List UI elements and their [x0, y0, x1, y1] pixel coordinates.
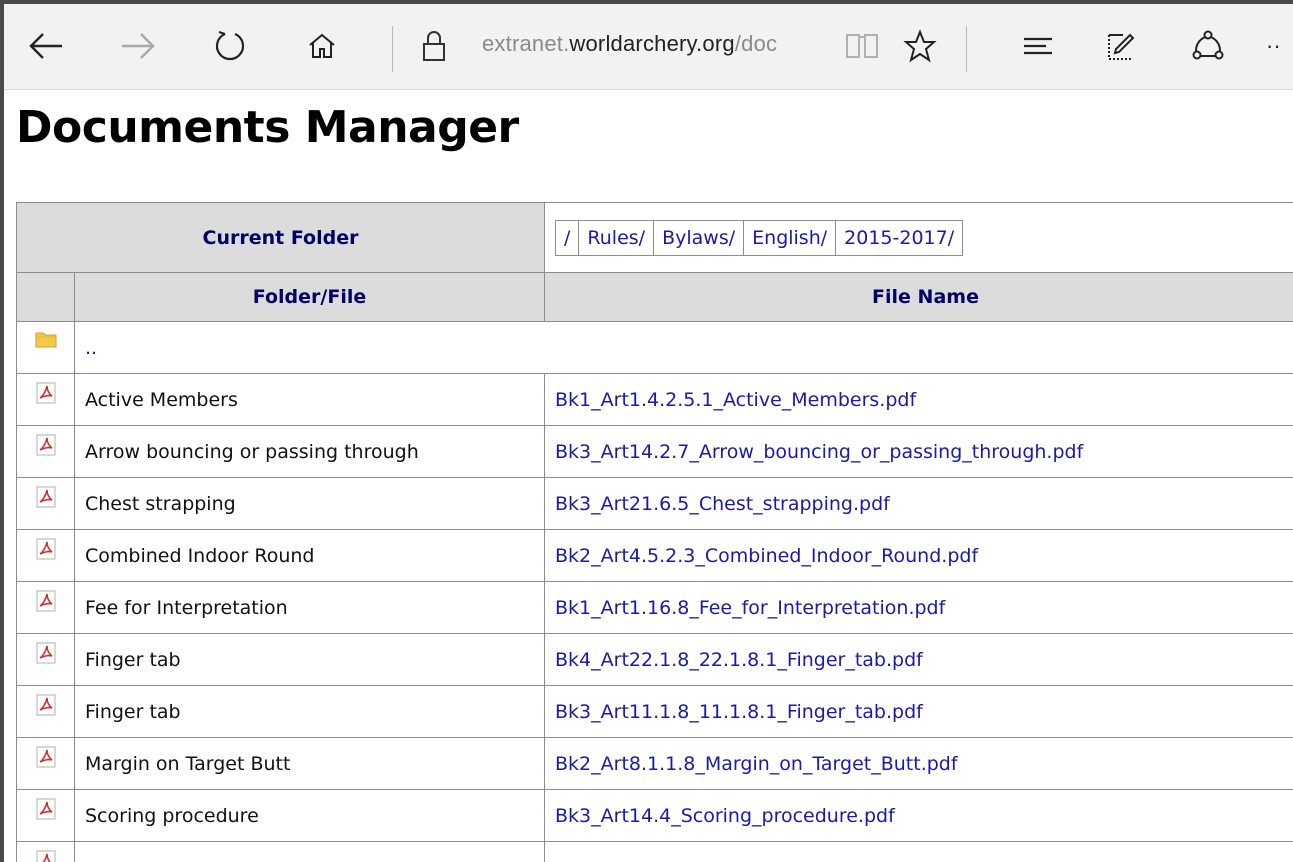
page-title: Documents Manager [16, 102, 519, 153]
file-link[interactable]: Bk2_Art4.5.2.3_Combined_Indoor_Round.pdf [544, 529, 1293, 582]
reading-view-icon[interactable] [840, 24, 884, 68]
address-suffix: /doc [734, 31, 778, 56]
breadcrumb-bylaws[interactable]: Bylaws/ [654, 220, 745, 255]
table-row[interactable] [16, 841, 1293, 862]
column-header-row: Folder/File File Name [16, 272, 1293, 322]
pdf-icon-cell [16, 581, 75, 634]
pdf-icon [36, 798, 56, 825]
file-link[interactable]: Bk4_Art22.1.8_22.1.8.1_Finger_tab.pdf [544, 633, 1293, 686]
pdf-icon [36, 434, 56, 461]
document-name: Finger tab [73, 685, 546, 738]
refresh-icon[interactable] [208, 24, 252, 68]
file-link[interactable]: Bk3_Art14.4_Scoring_procedure.pdf [544, 789, 1293, 842]
file-link[interactable]: Bk3_Art21.6.5_Chest_strapping.pdf [544, 477, 1293, 530]
documents-table: Current Folder / Rules/ Bylaws/ English/… [15, 202, 1293, 862]
browser-toolbar: extranet.worldarchery.org/doc ·· [4, 4, 1293, 90]
more-icon[interactable]: ·· [1266, 24, 1293, 68]
folder-icon [35, 331, 57, 353]
pdf-icon-cell [16, 789, 75, 842]
document-name: Combined Indoor Round [73, 529, 546, 582]
folder-file-header: Folder/File [73, 272, 546, 322]
share-icon[interactable] [1186, 24, 1230, 68]
breadcrumb-english[interactable]: English/ [744, 220, 837, 255]
address-domain: worldarchery.org [569, 31, 735, 56]
document-name: Finger tab [73, 633, 546, 686]
table-row[interactable]: Finger tab Bk3_Art11.1.8_11.1.8.1_Finger_… [16, 685, 1293, 738]
hub-icon[interactable] [1016, 24, 1060, 68]
pdf-icon [36, 590, 56, 617]
folder-icon-cell [16, 321, 75, 374]
page-content: Documents Manager Current Folder / Rules… [4, 90, 1293, 862]
toolbar-separator [966, 26, 967, 72]
current-folder-row: Current Folder / Rules/ Bylaws/ English/… [15, 202, 1293, 273]
file-link[interactable]: Bk1_Art1.4.2.5.1_Active_Members.pdf [544, 373, 1293, 426]
forward-arrow-icon[interactable] [116, 24, 160, 68]
file-link[interactable]: Bk3_Art14.2.7_Arrow_bouncing_or_passing_… [544, 425, 1293, 478]
table-row[interactable]: Margin on Target Butt Bk2_Art8.1.1.8_Marg… [16, 737, 1293, 790]
document-name: Arrow bouncing or passing through [73, 425, 546, 478]
parent-folder-row[interactable]: .. [16, 321, 1293, 374]
table-row[interactable]: Active Members Bk1_Art1.4.2.5.1_Active_Me… [16, 373, 1293, 426]
pdf-icon [36, 694, 56, 721]
document-name: Scoring procedure [73, 789, 546, 842]
pdf-icon-cell [16, 737, 75, 790]
table-row[interactable]: Fee for Interpretation Bk1_Art1.16.8_Fee_… [16, 581, 1293, 634]
pdf-icon [36, 746, 56, 773]
file-name-header: File Name [544, 272, 1293, 322]
file-link[interactable]: Bk2_Art8.1.1.8_Margin_on_Target_Butt.pdf [544, 737, 1293, 790]
address-bar[interactable]: extranet.worldarchery.org/doc [482, 31, 838, 57]
table-row[interactable]: Chest strapping Bk3_Art21.6.5_Chest_strap… [16, 477, 1293, 530]
document-name: Fee for Interpretation [73, 581, 546, 634]
lock-icon [412, 24, 456, 68]
web-note-icon[interactable] [1100, 24, 1144, 68]
pdf-icon-cell [16, 477, 75, 530]
breadcrumb-2015-2017[interactable]: 2015-2017/ [836, 221, 962, 255]
home-icon[interactable] [300, 24, 344, 68]
breadcrumb-root[interactable]: / [556, 220, 580, 255]
pdf-icon-cell [16, 841, 75, 862]
pdf-icon [36, 382, 56, 409]
parent-folder-link[interactable]: .. [73, 321, 1293, 374]
breadcrumb-rules[interactable]: Rules/ [579, 220, 655, 255]
pdf-icon-cell [16, 529, 75, 582]
pdf-icon [36, 850, 56, 862]
pdf-icon [36, 538, 56, 565]
pdf-icon [36, 486, 56, 513]
icon-column-header [16, 272, 75, 322]
file-link[interactable] [544, 841, 1293, 862]
pdf-icon-cell [16, 633, 75, 686]
current-folder-label: Current Folder [15, 202, 546, 273]
pdf-icon-cell [16, 373, 75, 426]
address-prefix: extranet. [482, 31, 570, 56]
toolbar-separator [392, 26, 393, 72]
pdf-icon-cell [16, 425, 75, 478]
document-name: Chest strapping [73, 477, 546, 530]
table-row[interactable]: Scoring procedure Bk3_Art14.4_Scoring_pro… [16, 789, 1293, 842]
browser-window: extranet.worldarchery.org/doc ·· Documen… [4, 4, 1293, 862]
pdf-icon [36, 642, 56, 669]
file-link[interactable]: Bk3_Art11.1.8_11.1.8.1_Finger_tab.pdf [544, 685, 1293, 738]
breadcrumb: / Rules/ Bylaws/ English/ 2015-2017/ [555, 219, 964, 256]
breadcrumb-cell: / Rules/ Bylaws/ English/ 2015-2017/ [544, 202, 1293, 273]
favorite-star-icon[interactable] [898, 24, 942, 68]
table-row[interactable]: Finger tab Bk4_Art22.1.8_22.1.8.1_Finger_… [16, 633, 1293, 686]
document-name [73, 841, 546, 862]
document-name: Active Members [73, 373, 546, 426]
document-name: Margin on Target Butt [73, 737, 546, 790]
file-link[interactable]: Bk1_Art1.16.8_Fee_for_Interpretation.pdf [544, 581, 1293, 634]
pdf-icon-cell [16, 685, 75, 738]
table-row[interactable]: Combined Indoor Round Bk2_Art4.5.2.3_Comb… [16, 529, 1293, 582]
table-row[interactable]: Arrow bouncing or passing through Bk3_Art… [16, 425, 1293, 478]
back-arrow-icon[interactable] [24, 24, 68, 68]
